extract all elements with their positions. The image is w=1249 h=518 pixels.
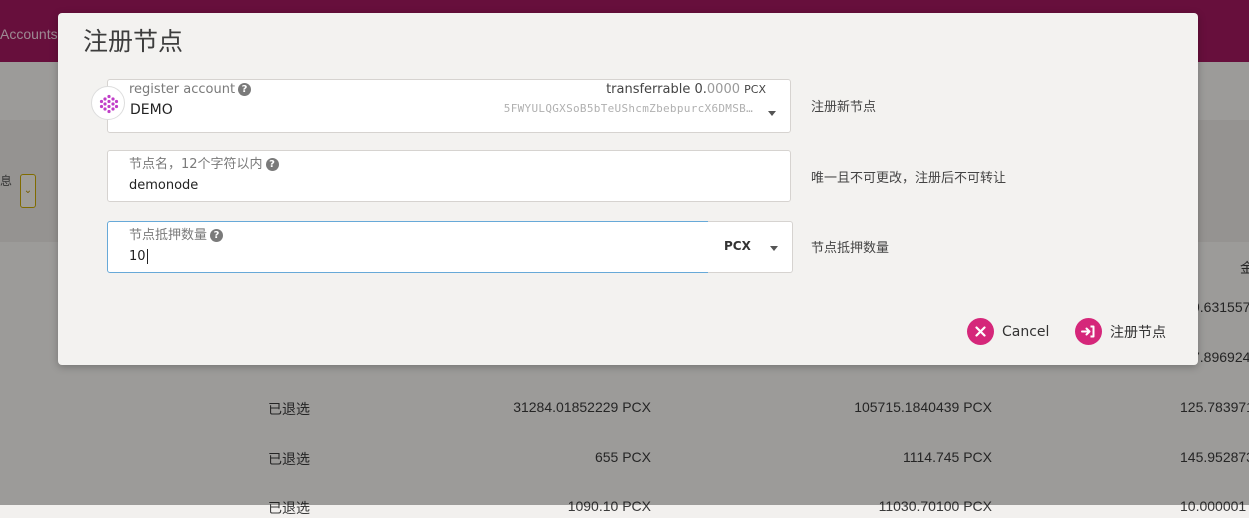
field-label: 节点抵押数量? [129, 224, 224, 243]
modal-title: 注册节点 [83, 27, 184, 56]
help-circle-icon[interactable]: ? [238, 83, 252, 96]
submit-label: 注册节点 [1110, 324, 1166, 341]
register-node-modal: 注册节点 register account? transferrable 0.0… [58, 13, 1198, 365]
submit-register-button[interactable]: 注册节点 [1075, 318, 1166, 345]
help-circle-icon[interactable]: ? [265, 158, 279, 171]
caret-down-icon[interactable] [768, 111, 776, 116]
node-name-input[interactable]: demonode [129, 178, 198, 193]
field-label: 节点名，12个字符以内? [129, 153, 279, 172]
register-account-select[interactable]: register account? transferrable 0.0000 P… [91, 79, 791, 133]
close-icon [967, 318, 994, 345]
unit-label: PCX [724, 239, 751, 253]
identicon-icon [99, 94, 119, 114]
stake-unit-select[interactable]: PCX [708, 221, 793, 273]
node-name-hint: 唯一且不可更改，注册后不可转让 [811, 171, 1007, 186]
account-address: 5FWYULQGXSoB5bTeUShcmZbebpurcX6DMSB… [503, 102, 753, 115]
account-hint: 注册新节点 [811, 100, 877, 115]
cancel-button[interactable]: Cancel [967, 318, 1049, 345]
node-name-field[interactable]: 节点名，12个字符以内? demonode [107, 150, 791, 202]
account-avatar [91, 86, 125, 120]
stake-amount-input[interactable]: 10 [129, 249, 148, 264]
account-name: DEMO [130, 102, 173, 118]
stake-amount-field[interactable]: 节点抵押数量? 10 [107, 221, 709, 273]
sign-in-icon [1075, 318, 1102, 345]
field-label: register account? [129, 82, 252, 97]
transferrable-balance: transferrable 0.0000 PCX [606, 82, 766, 97]
text-cursor [146, 249, 148, 264]
stake-hint: 节点抵押数量 [811, 241, 890, 256]
cancel-label: Cancel [1002, 323, 1050, 340]
help-circle-icon[interactable]: ? [210, 229, 224, 242]
caret-down-icon[interactable] [770, 246, 778, 251]
